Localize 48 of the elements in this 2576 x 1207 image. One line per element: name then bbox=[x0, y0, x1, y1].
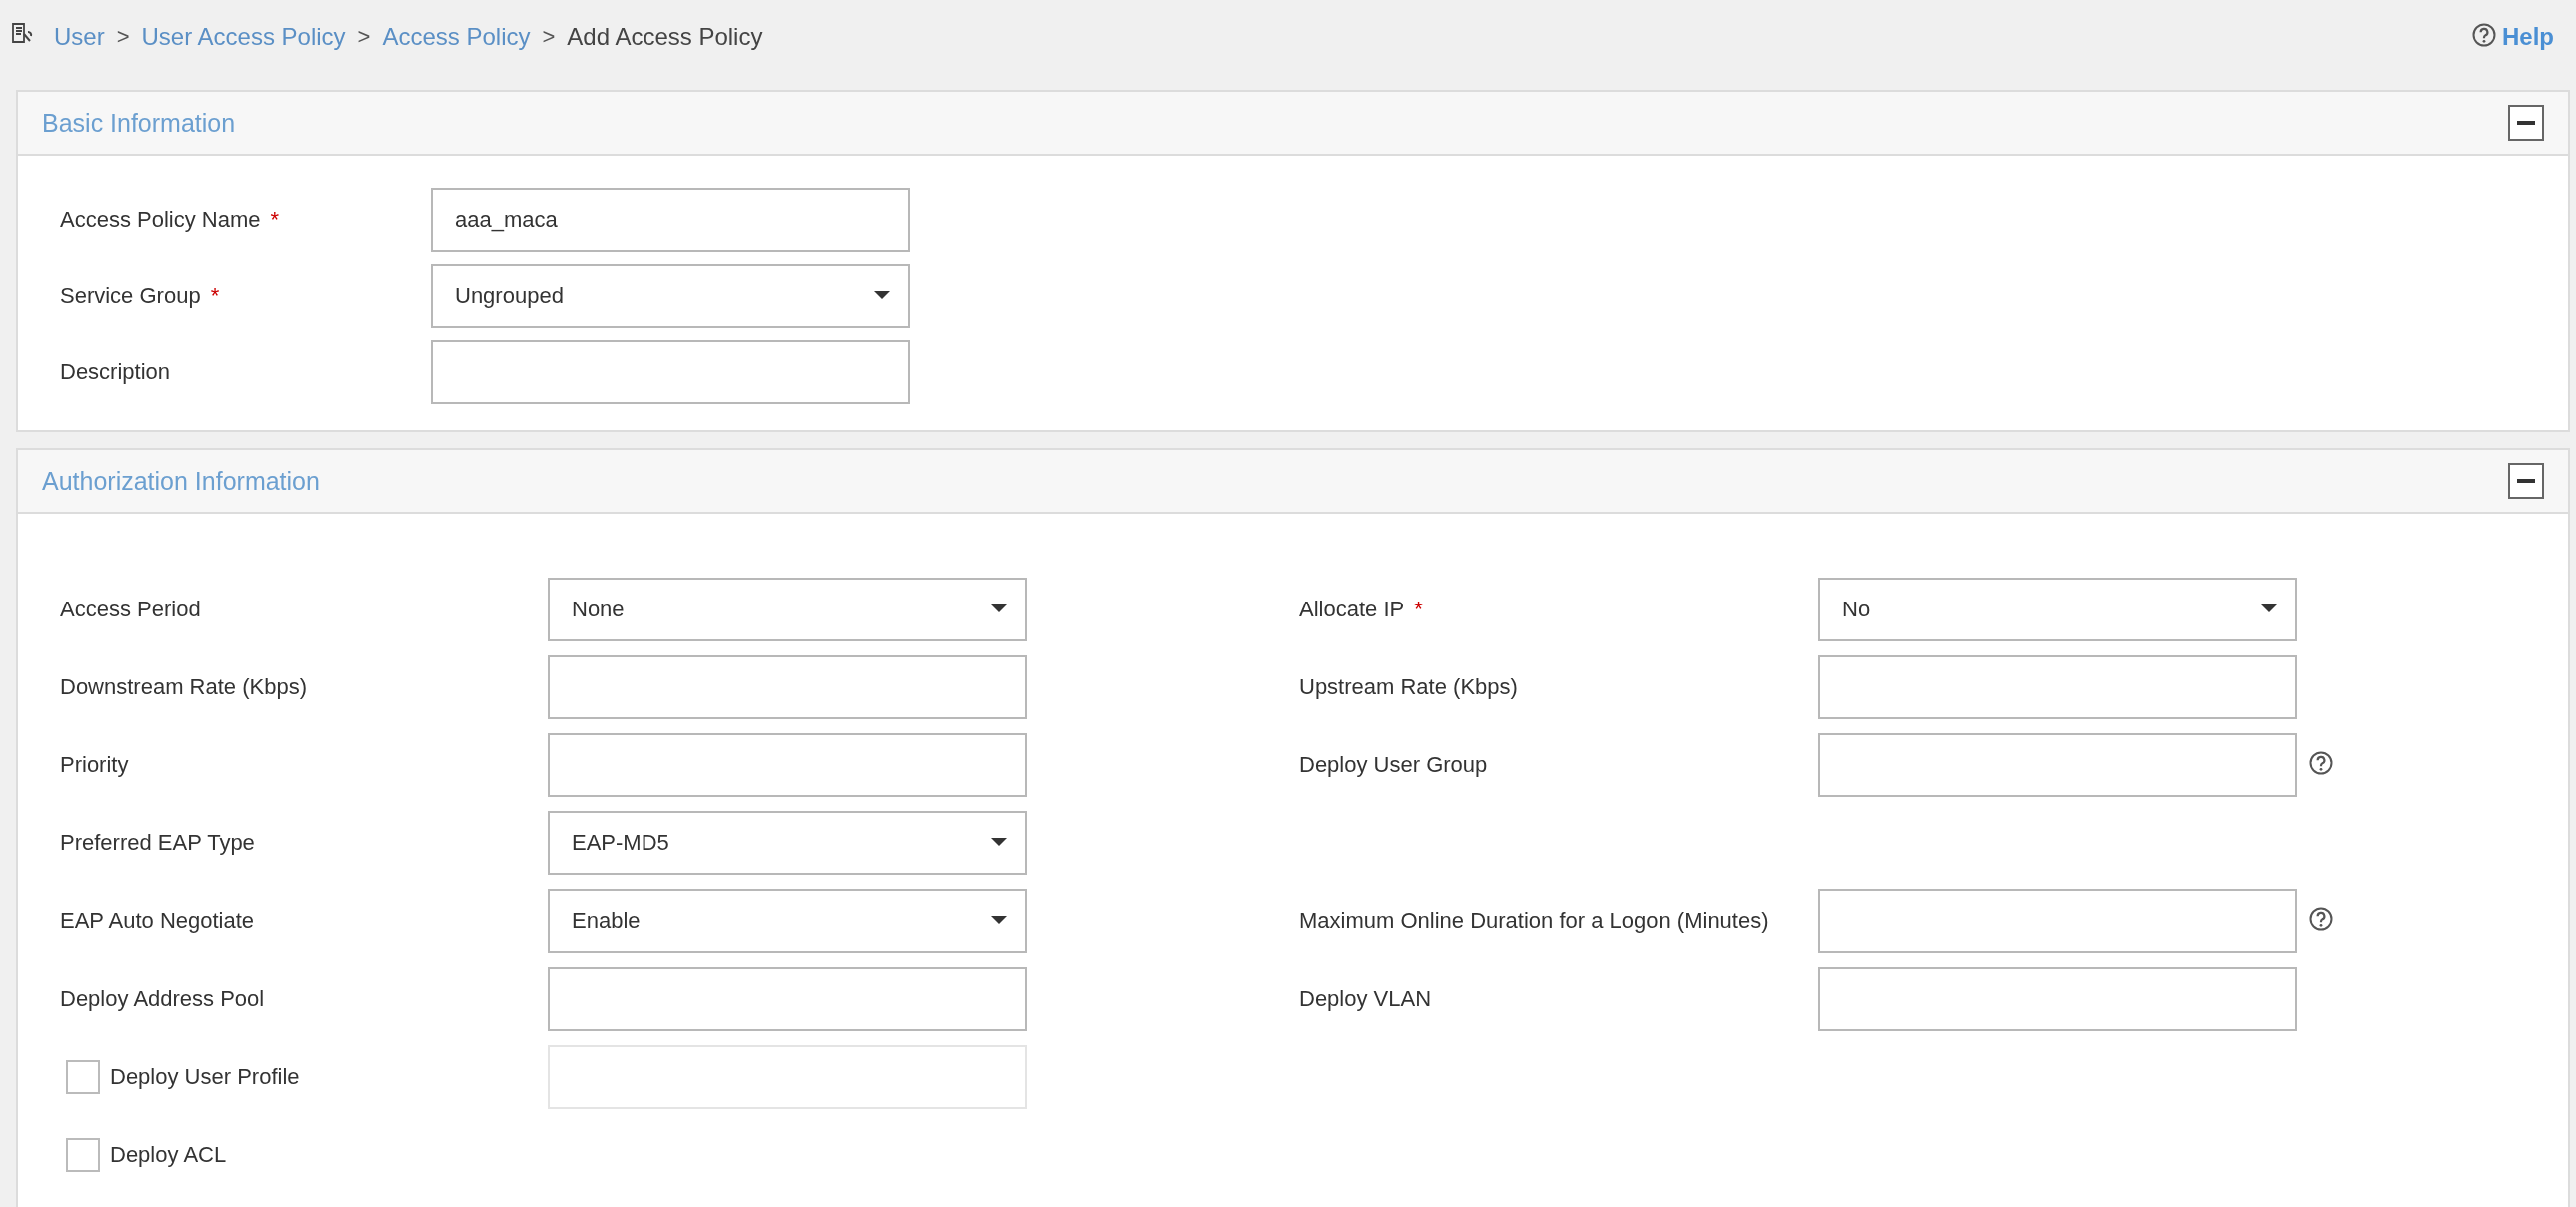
field-label: EAP Auto Negotiate bbox=[60, 908, 255, 934]
dropdown[interactable]: EAP-MD5 bbox=[548, 811, 1027, 875]
field-label: Upstream Rate (Kbps) bbox=[1299, 674, 1518, 700]
input-field[interactable]: aaa_maca bbox=[431, 188, 910, 252]
section-title: Authorization Information bbox=[42, 466, 320, 496]
input-field[interactable] bbox=[1818, 967, 2297, 1031]
field-label: Downstream Rate (Kbps) bbox=[60, 674, 307, 700]
input-field[interactable] bbox=[1818, 655, 2297, 719]
field-label: Preferred EAP Type bbox=[60, 830, 255, 856]
input-field[interactable] bbox=[548, 733, 1027, 797]
field-label: Allocate IP bbox=[1299, 597, 1405, 622]
checkbox[interactable] bbox=[66, 1060, 100, 1094]
input-field[interactable] bbox=[431, 340, 910, 404]
collapse-button[interactable] bbox=[2508, 105, 2544, 141]
field-label: Description bbox=[60, 359, 171, 385]
dropdown[interactable]: Enable bbox=[548, 889, 1027, 953]
required-asterisk: * bbox=[1414, 597, 1423, 622]
field-label: Deploy User Profile bbox=[110, 1064, 300, 1090]
caret-icon bbox=[874, 291, 892, 301]
breadcrumb-separator: > bbox=[357, 24, 371, 50]
breadcrumb-current: Add Access Policy bbox=[567, 23, 763, 51]
field-label: Priority bbox=[60, 752, 129, 778]
dropdown[interactable]: None bbox=[548, 578, 1027, 641]
field-label: Deploy VLAN bbox=[1299, 986, 1432, 1012]
field-label: Maximum Online Duration for a Logon (Minutes) bbox=[1299, 908, 1769, 934]
caret-icon bbox=[991, 838, 1009, 848]
field-label: Deploy Address Pool bbox=[60, 986, 265, 1012]
input-field[interactable] bbox=[1818, 889, 2297, 953]
caret-icon bbox=[991, 916, 1009, 926]
caret-icon bbox=[991, 604, 1009, 614]
dropdown[interactable]: No bbox=[1818, 578, 2297, 641]
required-asterisk: * bbox=[270, 207, 280, 233]
field-label: Deploy User Group bbox=[1299, 752, 1488, 778]
input-field[interactable] bbox=[548, 967, 1027, 1031]
dropdown[interactable]: Ungrouped bbox=[431, 264, 910, 328]
breadcrumb-separator: > bbox=[542, 24, 556, 50]
input-field[interactable] bbox=[548, 655, 1027, 719]
caret-icon bbox=[2261, 604, 2279, 614]
field-label: Service Group bbox=[60, 283, 201, 309]
field-label: Access Period bbox=[60, 597, 201, 622]
collapse-button[interactable] bbox=[2508, 463, 2544, 499]
field-label: Deploy ACL bbox=[110, 1142, 227, 1168]
checkbox[interactable] bbox=[66, 1138, 100, 1172]
section-title: Basic Information bbox=[42, 108, 236, 138]
input-field[interactable] bbox=[1818, 733, 2297, 797]
required-asterisk: * bbox=[210, 283, 220, 309]
field-label: Access Policy Name bbox=[60, 207, 261, 233]
breadcrumb-separator: > bbox=[116, 24, 130, 50]
